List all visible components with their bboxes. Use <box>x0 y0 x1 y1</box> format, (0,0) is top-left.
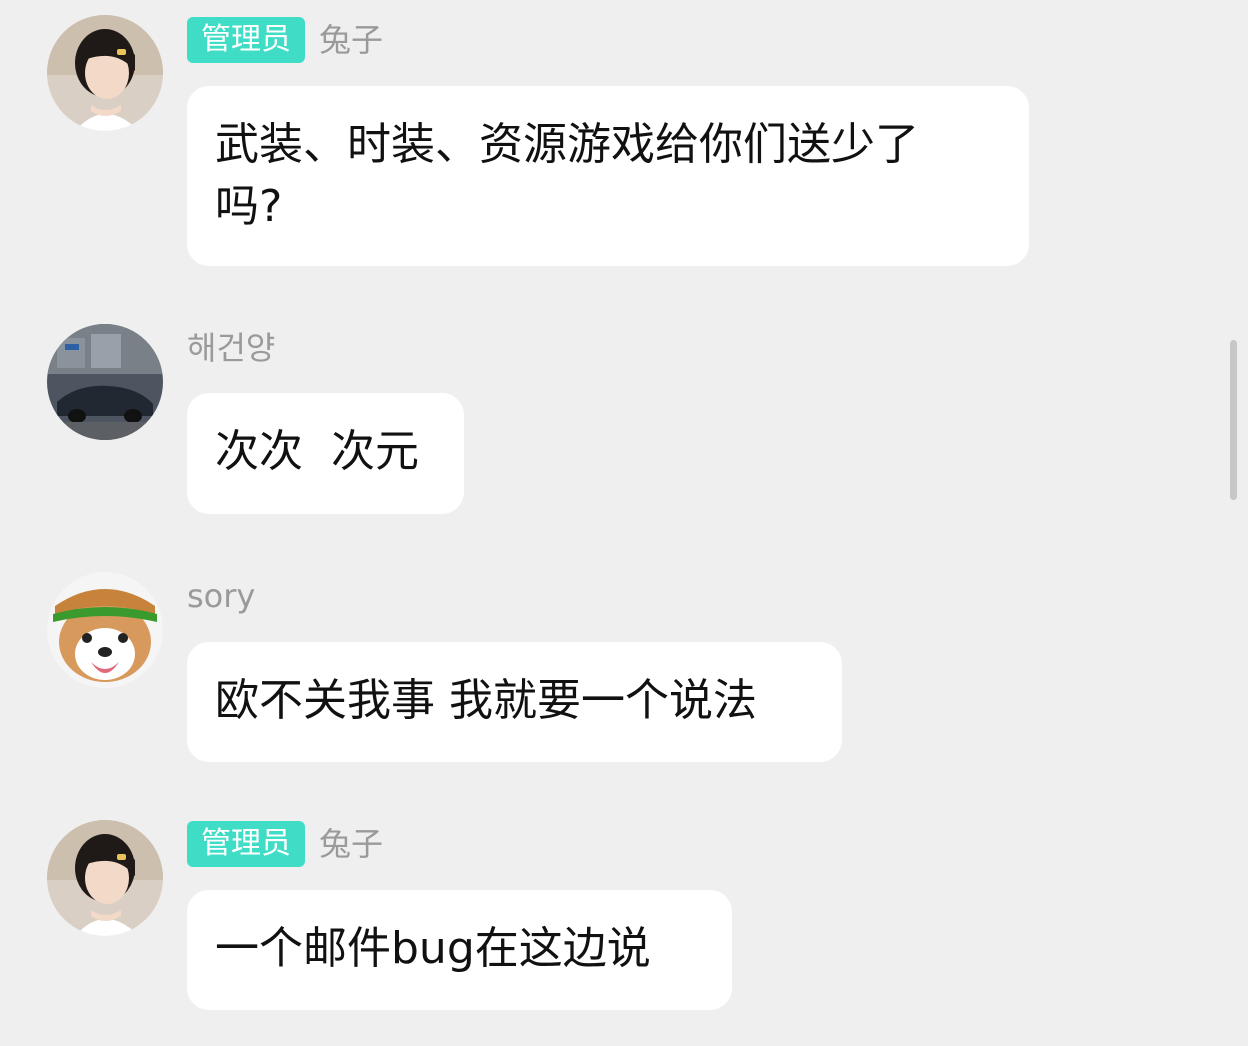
scrollbar[interactable] <box>1230 340 1237 500</box>
admin-badge: 管理员 <box>187 821 305 867</box>
dog-avatar[interactable] <box>47 572 163 688</box>
message-bubble[interactable]: 次次 次元 <box>187 393 464 514</box>
girl-avatar[interactable] <box>47 820 163 936</box>
girl-avatar[interactable] <box>47 15 163 131</box>
sender-name[interactable]: sory <box>187 573 255 619</box>
message-bubble[interactable]: 一个邮件bug在这边说 <box>187 890 732 1010</box>
sender-name[interactable]: 兔子 <box>319 17 383 63</box>
car-avatar[interactable] <box>47 324 163 440</box>
message-header: 管理员 兔子 <box>187 821 383 867</box>
sender-name[interactable]: 兔子 <box>319 821 383 867</box>
message-header: sory <box>187 573 255 619</box>
message-bubble[interactable]: 武装、时装、资源游戏给你们送少了 吗? <box>187 86 1029 266</box>
message-header: 해건양 <box>187 325 275 371</box>
message-header: 管理员 兔子 <box>187 17 383 63</box>
sender-name[interactable]: 해건양 <box>187 325 275 371</box>
message-bubble[interactable]: 欧不关我事 我就要一个说法 <box>187 642 842 762</box>
admin-badge: 管理员 <box>187 17 305 63</box>
